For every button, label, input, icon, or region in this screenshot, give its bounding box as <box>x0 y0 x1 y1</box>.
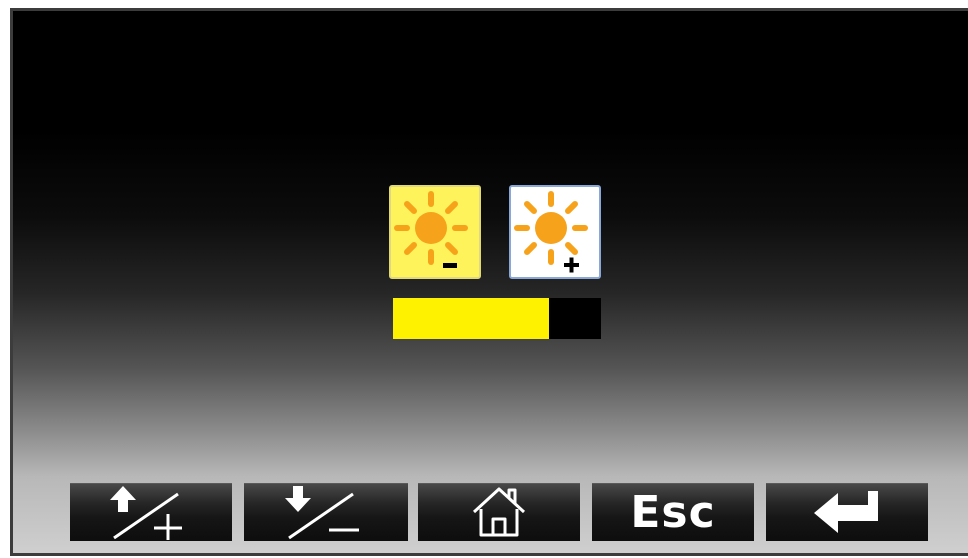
brightness-decrease-button[interactable] <box>389 185 481 279</box>
brightness-level-bar <box>393 298 601 339</box>
display-screen: Esc <box>10 8 968 556</box>
arrow-up-plus-icon <box>110 486 182 540</box>
home-icon <box>472 487 526 537</box>
arrow-down-minus-icon <box>285 486 359 540</box>
enter-button[interactable] <box>766 483 928 541</box>
brightness-increase-button[interactable] <box>509 185 601 279</box>
esc-button[interactable]: Esc <box>592 483 754 541</box>
esc-label: Esc <box>630 486 716 538</box>
sun-plus-icon <box>514 191 588 273</box>
enter-icon <box>814 491 878 533</box>
brightness-level-fill <box>393 298 549 339</box>
home-button[interactable] <box>418 483 580 541</box>
down-minus-button[interactable] <box>244 483 408 541</box>
up-plus-button[interactable] <box>70 483 232 541</box>
sun-minus-icon <box>394 191 468 268</box>
